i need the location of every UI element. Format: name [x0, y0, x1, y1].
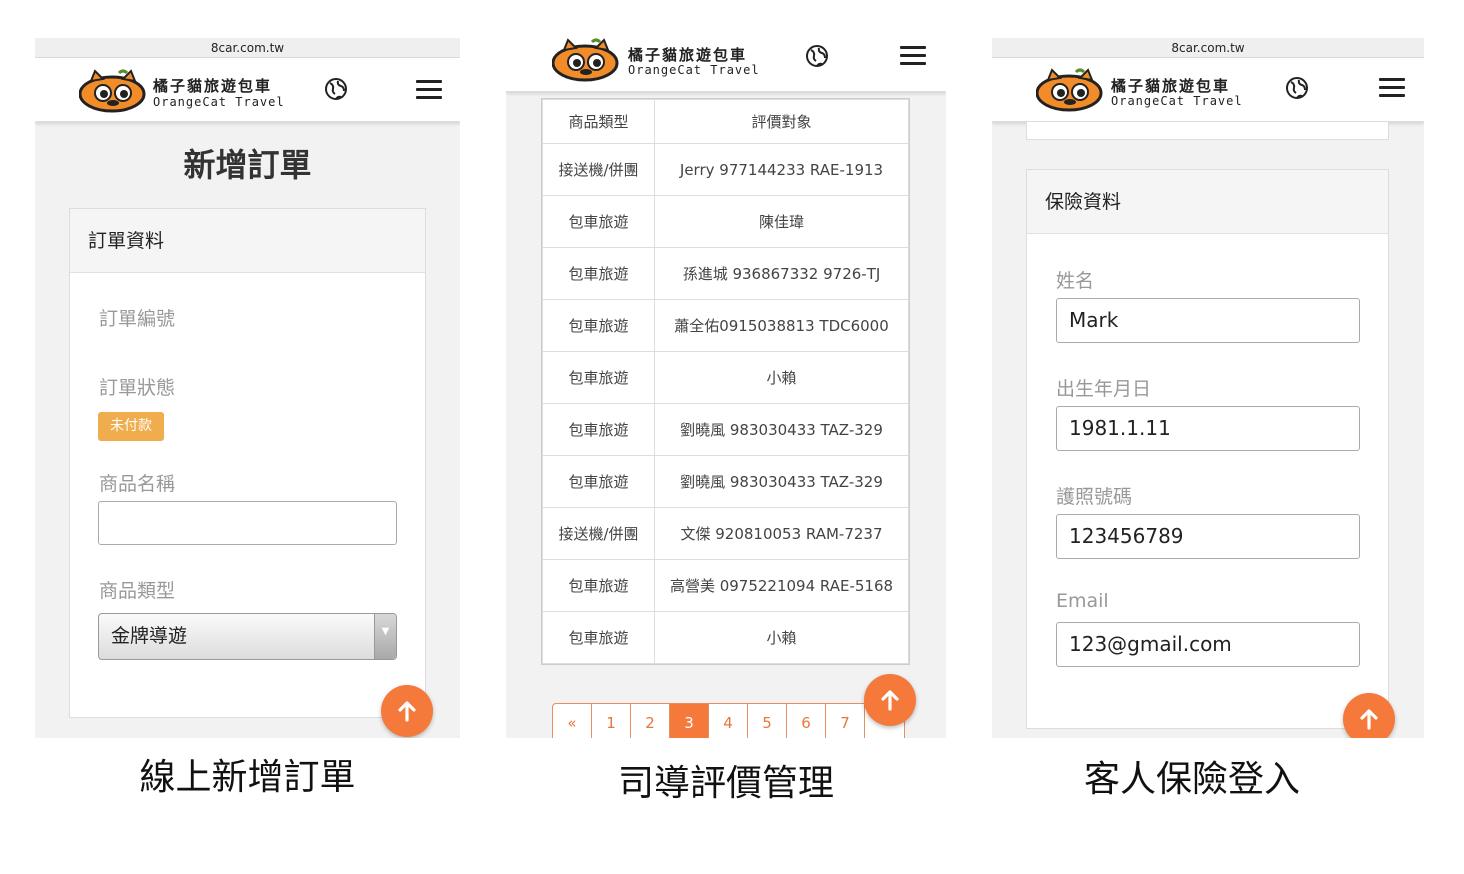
cell-target: 蕭全佑0915038813 TDC6000 [654, 299, 909, 352]
orangecat-logo-icon[interactable] [1036, 68, 1104, 112]
passport-label: 護照號碼 [1056, 486, 1133, 508]
cell-type: 接送機/併團 [542, 507, 655, 560]
product-name-input[interactable] [98, 501, 397, 545]
table-row[interactable]: 包車旅遊 孫進城 936867332 9726-TJ [542, 247, 909, 300]
scroll-top-button[interactable] [864, 674, 916, 726]
scroll-top-button[interactable] [381, 685, 433, 737]
table-row[interactable]: 接送機/併團 Jerry 977144233 RAE-1913 [542, 143, 909, 196]
insurance-screen: 8car.com.tw 橘子貓旅遊包車 OrangeCat Travel 保險資… [992, 38, 1424, 738]
cell-target: 劉曉風 983030433 TAZ-329 [654, 403, 909, 456]
globe-icon[interactable] [324, 77, 348, 101]
column-header-target: 評價對象 [654, 99, 909, 144]
cell-type: 包車旅遊 [542, 559, 655, 612]
birth-date-label: 出生年月日 [1056, 378, 1152, 400]
pagination: « 1 2 3 4 5 6 7 [552, 703, 905, 738]
birth-date-input[interactable]: 1981.1.11 [1056, 406, 1360, 451]
hamburger-menu-icon[interactable] [416, 80, 442, 100]
order-status-label: 訂單狀態 [99, 377, 176, 399]
product-name-label: 商品名稱 [99, 473, 176, 495]
brand-name-en: OrangeCat Travel [628, 63, 760, 77]
column-header-type: 商品類型 [542, 99, 655, 144]
select-caret-icon[interactable]: ▼ [374, 614, 396, 659]
passport-input[interactable]: 123456789 [1056, 514, 1360, 559]
product-type-label: 商品類型 [99, 580, 176, 602]
arrow-up-icon [398, 701, 416, 722]
reviews-screen: 橘子貓旅遊包車 OrangeCat Travel 商品類型 評價對象 接送機/併… [506, 30, 946, 738]
url-bar[interactable]: 8car.com.tw [992, 38, 1424, 58]
caption-reviews: 司導評價管理 [617, 763, 834, 804]
email-label: Email [1056, 590, 1109, 612]
page-4-button[interactable]: 4 [709, 704, 748, 738]
cell-target: 陳佳瑋 [654, 195, 909, 248]
cell-type: 包車旅遊 [542, 299, 655, 352]
table-header-row: 商品類型 評價對象 [542, 99, 909, 144]
table-row[interactable]: 包車旅遊 小賴 [542, 611, 909, 664]
cell-target: 劉曉風 983030433 TAZ-329 [654, 455, 909, 508]
table-row[interactable]: 接送機/併團 文傑 920810053 RAM-7237 [542, 507, 909, 560]
caption-order: 線上新增訂單 [139, 757, 356, 798]
brand-name-cn: 橘子貓旅遊包車 [628, 46, 748, 64]
caption-insurance: 客人保險登入 [1083, 759, 1300, 800]
cell-target: 孫進城 936867332 9726-TJ [654, 247, 909, 300]
site-header: 橘子貓旅遊包車 OrangeCat Travel [992, 58, 1424, 122]
cell-type: 包車旅遊 [542, 403, 655, 456]
cell-type: 接送機/併團 [542, 143, 655, 196]
order-card: 訂單資料 訂單編號 訂單狀態 未付款 商品名稱 商品類型 金牌導遊 ▼ [69, 208, 426, 718]
reviews-table: 商品類型 評價對象 接送機/併團 Jerry 977144233 RAE-1913… [541, 98, 910, 665]
cell-target: 小賴 [654, 351, 909, 404]
hamburger-menu-icon[interactable] [900, 46, 926, 66]
name-label: 姓名 [1056, 270, 1095, 292]
cell-target: 文傑 920810053 RAM-7237 [654, 507, 909, 560]
table-row[interactable]: 包車旅遊 劉曉風 983030433 TAZ-329 [542, 455, 909, 508]
brand-name-cn: 橘子貓旅遊包車 [1111, 77, 1231, 95]
cell-type: 包車旅遊 [542, 195, 655, 248]
order-number-label: 訂單編號 [99, 308, 176, 330]
status-badge: 未付款 [98, 412, 164, 441]
table-row[interactable]: 包車旅遊 蕭全佑0915038813 TDC6000 [542, 299, 909, 352]
cell-type: 包車旅遊 [542, 351, 655, 404]
product-type-value: 金牌導遊 [111, 625, 188, 647]
table-row[interactable]: 包車旅遊 陳佳瑋 [542, 195, 909, 248]
product-type-select[interactable]: 金牌導遊 ▼ [98, 613, 397, 660]
orangecat-logo-icon[interactable] [79, 69, 147, 113]
insurance-card: 保險資料 姓名 Mark 出生年月日 1981.1.11 護照號碼 123456… [1026, 169, 1389, 729]
brand-name-en: OrangeCat Travel [1111, 94, 1243, 108]
name-input[interactable]: Mark [1056, 298, 1360, 343]
page-1-button[interactable]: 1 [592, 704, 631, 738]
card-title: 保險資料 [1027, 170, 1388, 234]
arrow-up-icon [1360, 709, 1378, 730]
page-title: 新增訂單 [183, 146, 312, 184]
cell-target: 高營美 0975221094 RAE-5168 [654, 559, 909, 612]
page-prev-button[interactable]: « [553, 704, 592, 738]
cell-type: 包車旅遊 [542, 455, 655, 508]
page-2-button[interactable]: 2 [631, 704, 670, 738]
scroll-top-button[interactable] [1343, 693, 1395, 738]
card-title: 訂單資料 [70, 209, 425, 273]
url-bar[interactable]: 8car.com.tw [35, 38, 460, 58]
page-7-button[interactable]: 7 [826, 704, 865, 738]
orangecat-logo-icon[interactable] [552, 38, 620, 82]
cell-target: 小賴 [654, 611, 909, 664]
table-row[interactable]: 包車旅遊 高營美 0975221094 RAE-5168 [542, 559, 909, 612]
globe-icon[interactable] [1285, 76, 1309, 100]
cell-type: 包車旅遊 [542, 247, 655, 300]
new-order-screen: 8car.com.tw 橘子貓旅遊包車 OrangeCat Travel 新增訂… [35, 38, 460, 738]
table-row[interactable]: 包車旅遊 劉曉風 983030433 TAZ-329 [542, 403, 909, 456]
site-header: 橘子貓旅遊包車 OrangeCat Travel [506, 30, 946, 92]
brand-name-en: OrangeCat Travel [153, 95, 285, 109]
page-6-button[interactable]: 6 [787, 704, 826, 738]
page-5-button[interactable]: 5 [748, 704, 787, 738]
brand-name-cn: 橘子貓旅遊包車 [153, 77, 273, 95]
site-header: 橘子貓旅遊包車 OrangeCat Travel [35, 58, 460, 122]
cell-type: 包車旅遊 [542, 611, 655, 664]
previous-card-bottom [1026, 122, 1389, 140]
globe-icon[interactable] [805, 44, 829, 68]
email-input[interactable]: 123@gmail.com [1056, 622, 1360, 667]
table-row[interactable]: 包車旅遊 小賴 [542, 351, 909, 404]
cell-target: Jerry 977144233 RAE-1913 [654, 143, 909, 196]
page-3-button[interactable]: 3 [670, 704, 709, 738]
arrow-up-icon [881, 690, 899, 711]
hamburger-menu-icon[interactable] [1379, 78, 1405, 98]
